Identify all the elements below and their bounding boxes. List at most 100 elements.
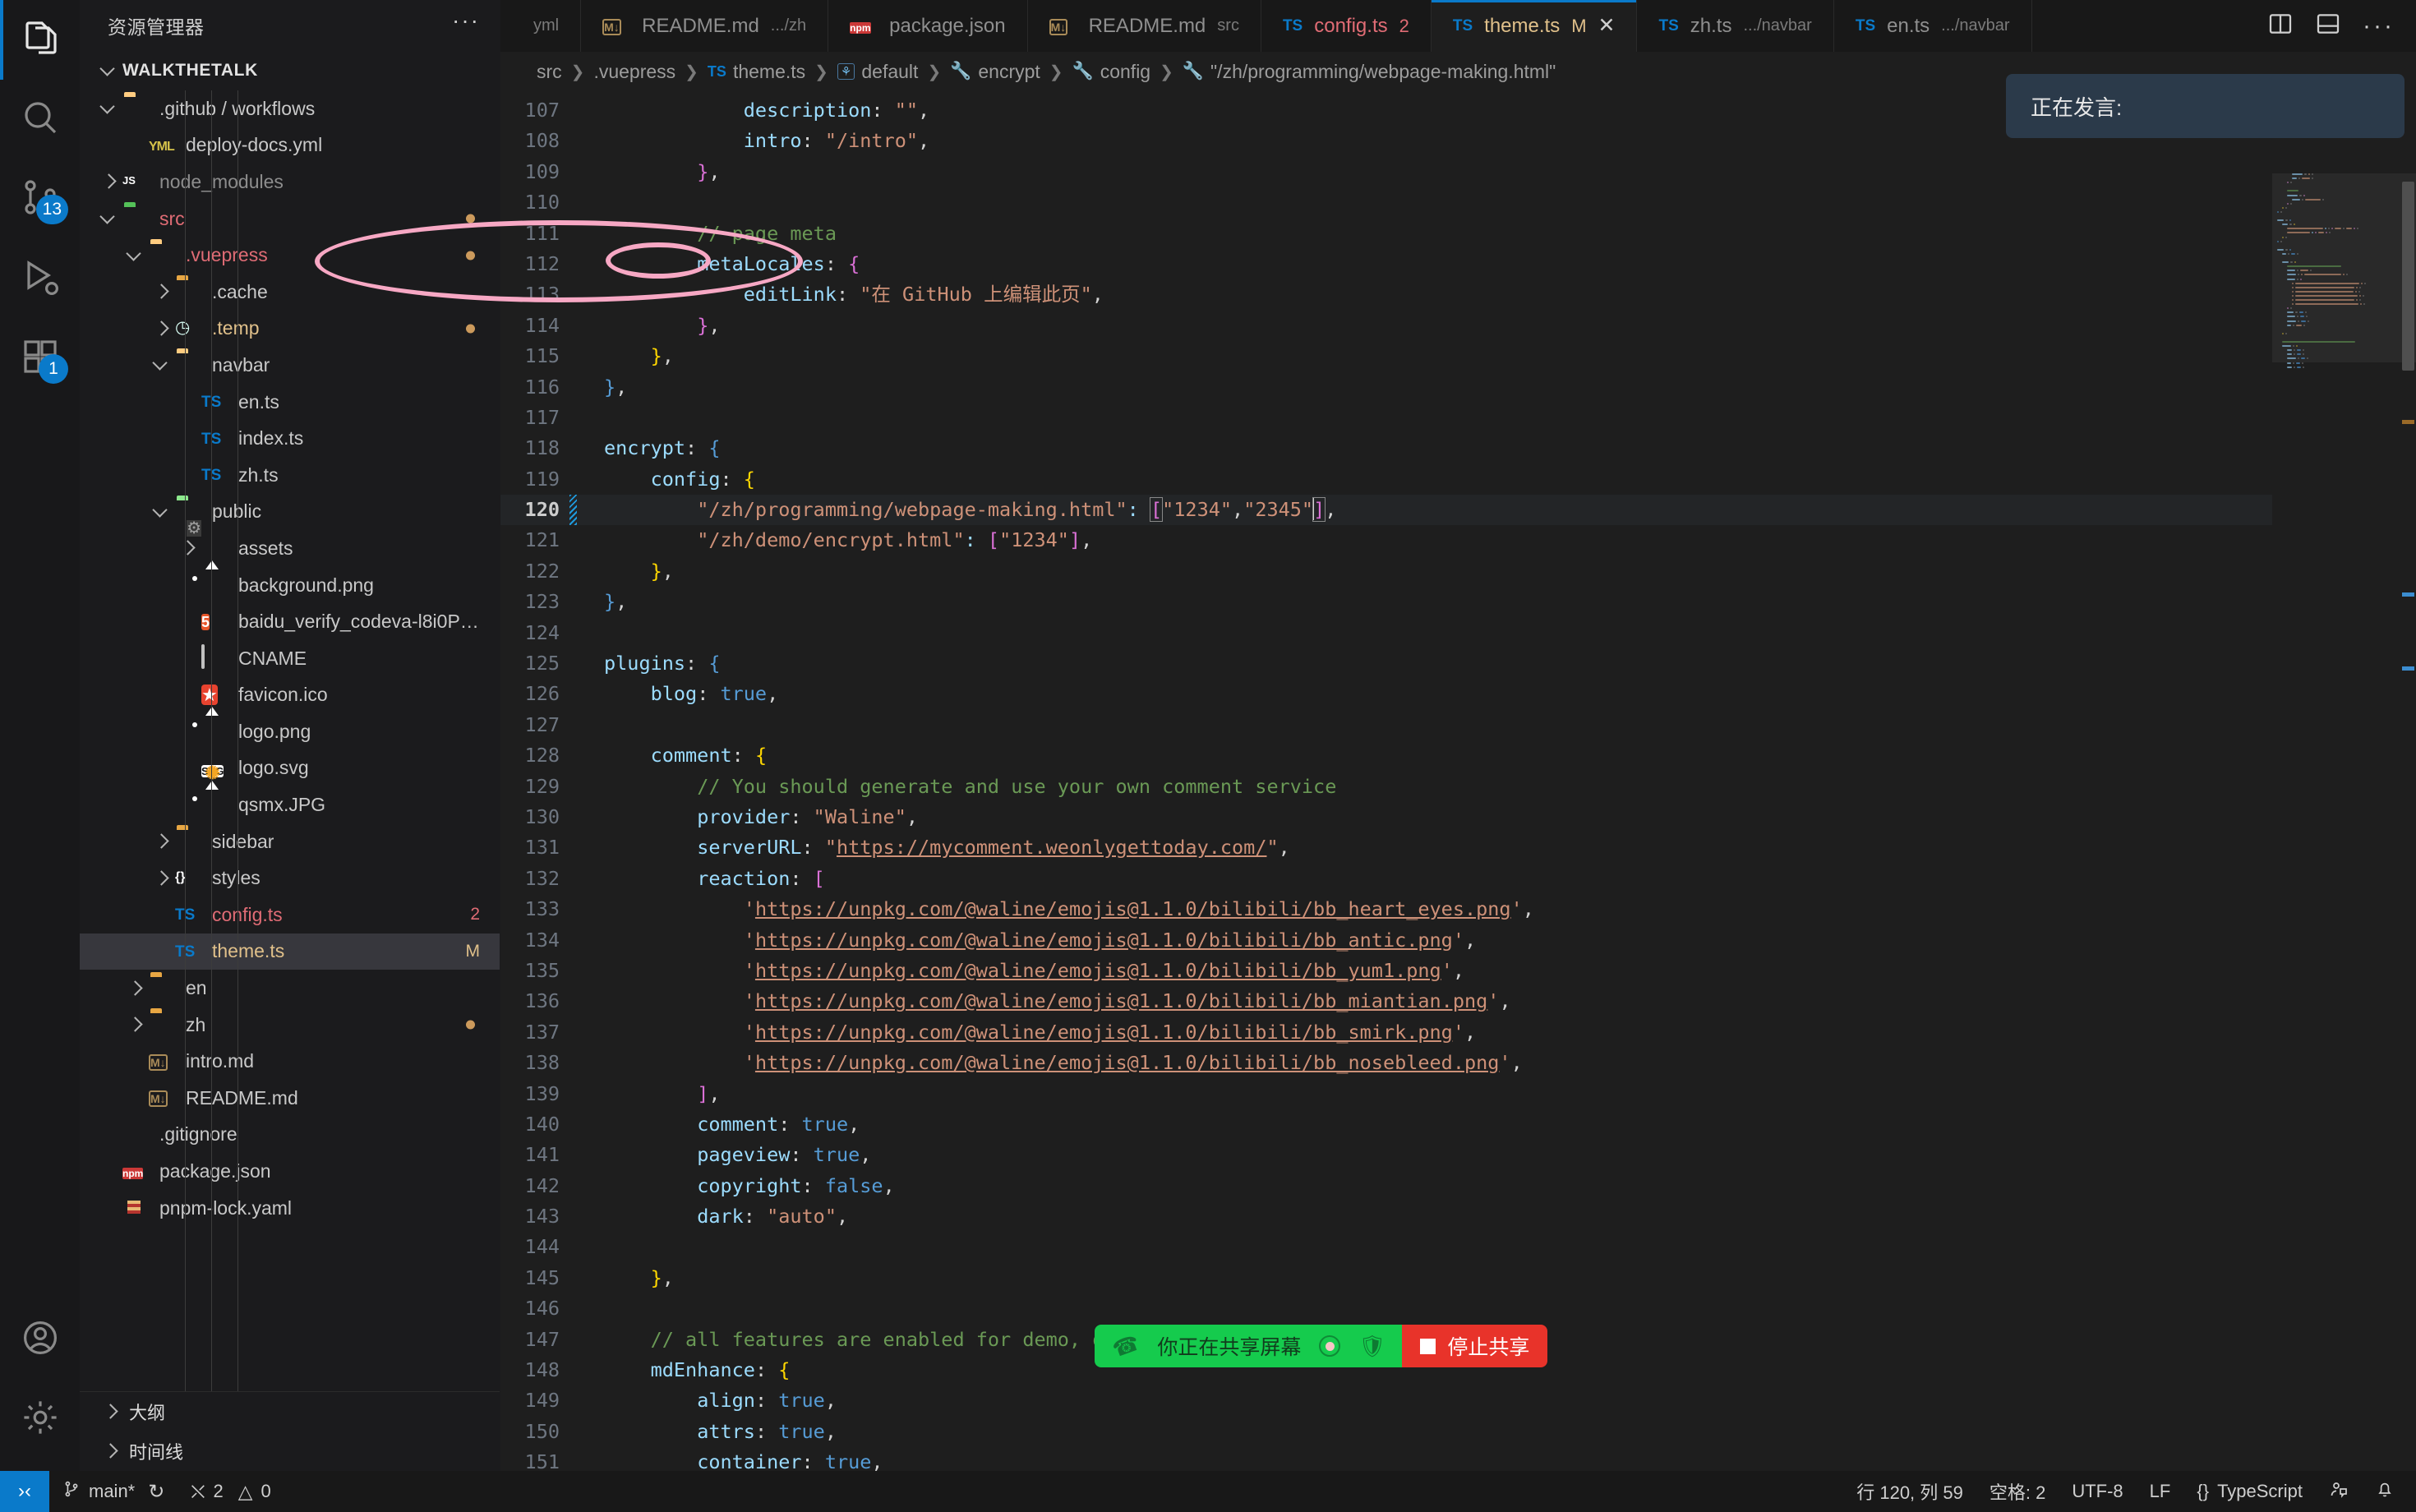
tree-item-navbar[interactable]: navbar — [80, 347, 500, 384]
record-dot-icon[interactable] — [1319, 1335, 1341, 1357]
tree-item-zh[interactable]: zh — [80, 1007, 500, 1044]
breadcrumb-item[interactable]: 🔧 encrypt — [950, 61, 1040, 83]
code-line[interactable]: 143 dark: "auto", — [500, 1201, 2272, 1232]
code-line[interactable]: 144 — [500, 1232, 2272, 1262]
tree-item-readme-md[interactable]: M↓ README.md — [80, 1080, 500, 1117]
tree-item-logo-png[interactable]: logo.png — [80, 713, 500, 750]
code-line[interactable]: 141 pageview: true, — [500, 1140, 2272, 1170]
code-line[interactable]: 129 // You should generate and use your … — [500, 772, 2272, 802]
tab-package-json[interactable]: npm package.json — [828, 0, 1028, 52]
tab-readme-md[interactable]: M↓ README.md src — [1027, 0, 1261, 52]
tree-item-baidu-verify-codeva-l8i0p[interactable]: 5 baidu_verify_codeva-l8i0P… — [80, 603, 500, 640]
tree-item-pnpm-lock-yaml[interactable]: pnpm-lock.yaml — [80, 1190, 500, 1227]
breadcrumb-item[interactable]: ⚘ default — [837, 61, 918, 83]
code-line[interactable]: 150 attrs: true, — [500, 1417, 2272, 1447]
tab-readme-md[interactable]: M↓ README.md .../zh — [581, 0, 829, 52]
sidebar-more-icon[interactable]: ··· — [452, 9, 480, 35]
tree-item-temp[interactable]: .temp — [80, 311, 500, 348]
code-line[interactable]: 125 plugins: { — [500, 648, 2272, 679]
code-line[interactable]: 130 provider: "Waline", — [500, 802, 2272, 832]
tree-item-cname[interactable]: CNAME — [80, 640, 500, 677]
code-line[interactable]: 113 editLink: "在 GitHub 上编辑此页", — [500, 279, 2272, 310]
code-line[interactable]: 137 'https://unpkg.com/@waline/emojis@1.… — [500, 1017, 2272, 1048]
activitybar-source-control[interactable]: 13 — [0, 159, 80, 239]
status-branch[interactable]: main* ↻ — [49, 1471, 178, 1512]
code-line[interactable]: 140 comment: true, — [500, 1109, 2272, 1140]
code-line[interactable]: 145 }, — [500, 1263, 2272, 1293]
tab-bar[interactable]: yml M↓ README.md .../zh npm package.json M↓ REA… — [500, 0, 2416, 52]
tree-item-src[interactable]: src — [80, 201, 500, 237]
tree-item-en[interactable]: en — [80, 970, 500, 1007]
status-problems[interactable]: ⛌ 2 △ 0 — [178, 1471, 284, 1512]
code-line[interactable]: 128 comment: { — [500, 740, 2272, 771]
code-line[interactable]: 119 config: { — [500, 464, 2272, 495]
code-editor[interactable]: 107 description: "", 108 intro: "/intro",… — [500, 91, 2272, 1471]
tree-item-theme-ts[interactable]: TS theme.ts M — [80, 933, 500, 970]
code-line[interactable]: 132 reaction: [ — [500, 864, 2272, 894]
code-line[interactable]: 121 "/zh/demo/encrypt.html": ["1234"], — [500, 525, 2272, 555]
code-line[interactable]: 114 }, — [500, 311, 2272, 341]
status-feedback[interactable] — [2316, 1471, 2362, 1512]
tree-item-styles[interactable]: styles — [80, 860, 500, 897]
tab-close-icon[interactable]: ✕ — [1598, 16, 1616, 36]
code-line[interactable]: 133 'https://unpkg.com/@waline/emojis@1.… — [500, 894, 2272, 924]
breadcrumb-item[interactable]: .vuepress — [593, 61, 675, 83]
tree-item-vuepress[interactable]: .vuepress — [80, 237, 500, 274]
code-line[interactable]: 135 'https://unpkg.com/@waline/emojis@1.… — [500, 956, 2272, 986]
code-line[interactable]: 146 — [500, 1293, 2272, 1324]
code-line[interactable]: 149 align: true, — [500, 1385, 2272, 1416]
code-line[interactable]: 134 'https://unpkg.com/@waline/emojis@1.… — [500, 925, 2272, 956]
layout-panel-icon[interactable] — [2315, 11, 2341, 41]
code-line[interactable]: 115 }, — [500, 341, 2272, 371]
tree-item-public[interactable]: public — [80, 494, 500, 531]
split-editor-icon[interactable] — [2267, 11, 2294, 41]
tree-item-qsmx-jpg[interactable]: qsmx.JPG — [80, 786, 500, 823]
activitybar-extensions[interactable]: 1 — [0, 319, 80, 399]
status-eol[interactable]: LF — [2137, 1471, 2184, 1512]
code-line[interactable]: 139 ], — [500, 1079, 2272, 1109]
remote-window-button[interactable]: ›‹ — [0, 1471, 49, 1512]
tree-item-github-workflows[interactable]: .github / workflows — [80, 90, 500, 127]
code-line[interactable]: 151 container: true, — [500, 1447, 2272, 1471]
activitybar-accounts[interactable] — [0, 1300, 80, 1380]
status-indentation[interactable]: 空格: 2 — [1976, 1471, 2059, 1512]
code-line[interactable]: 117 — [500, 403, 2272, 433]
code-line[interactable]: 110 — [500, 187, 2272, 218]
tree-item-en-ts[interactable]: TS en.ts — [80, 384, 500, 421]
sidebar-panel-timeline[interactable]: 时间线 — [80, 1431, 500, 1471]
code-line[interactable]: 127 — [500, 710, 2272, 740]
tab-zh-ts[interactable]: TS zh.ts .../navbar — [1637, 0, 1834, 52]
tree-item-gitignore[interactable]: .gitignore — [80, 1117, 500, 1154]
code-line[interactable]: 112 metaLocales: { — [500, 249, 2272, 279]
code-line[interactable]: 124 — [500, 618, 2272, 648]
workspace-root[interactable]: WALKTHETALK — [80, 51, 500, 90]
status-cursor-position[interactable]: 行 120, 列 59 — [1843, 1471, 1976, 1512]
sidebar-panel-outline[interactable]: 大纲 — [80, 1392, 500, 1431]
code-line[interactable]: 122 }, — [500, 556, 2272, 587]
activitybar-run-debug[interactable] — [0, 239, 80, 319]
tab-untitled[interactable]: yml — [500, 0, 582, 52]
stop-share-button[interactable]: 停止共享 — [1402, 1325, 1548, 1367]
breadcrumb-item[interactable]: src — [537, 61, 562, 83]
activitybar-explorer[interactable] — [0, 0, 80, 80]
code-line[interactable]: 116}, — [500, 372, 2272, 403]
editor-scrollbar[interactable] — [2400, 91, 2416, 1471]
tree-item-config-ts[interactable]: TS config.ts 2 — [80, 897, 500, 933]
minimap[interactable] — [2272, 91, 2416, 1471]
tree-item-sidebar[interactable]: sidebar — [80, 823, 500, 860]
status-language[interactable]: {} TypeScript — [2183, 1471, 2316, 1512]
code-line[interactable]: 126 blog: true, — [500, 679, 2272, 709]
tree-item-assets[interactable]: assets — [80, 530, 500, 567]
tree-item-logo-svg[interactable]: SVG logo.svg — [80, 750, 500, 787]
tree-item-node-modules[interactable]: node_modules — [80, 164, 500, 201]
code-line[interactable]: 123}, — [500, 587, 2272, 617]
file-tree[interactable]: .github / workflows YML deploy-docs.yml nod… — [80, 90, 500, 1391]
more-actions-icon[interactable]: ··· — [2363, 13, 2395, 38]
tree-item-deploy-docs-yml[interactable]: YML deploy-docs.yml — [80, 127, 500, 164]
sync-icon[interactable]: ↻ — [148, 1480, 164, 1504]
tree-item-intro-md[interactable]: M↓ intro.md — [80, 1043, 500, 1080]
tree-item-favicon-ico[interactable]: ★ favicon.ico — [80, 677, 500, 714]
code-line[interactable]: 138 'https://unpkg.com/@waline/emojis@1.… — [500, 1048, 2272, 1078]
tab-theme-ts[interactable]: TS theme.ts M ✕ — [1431, 0, 1638, 52]
breadcrumb-item[interactable]: 🔧 "/zh/programming/webpage-making.html" — [1183, 61, 1556, 83]
